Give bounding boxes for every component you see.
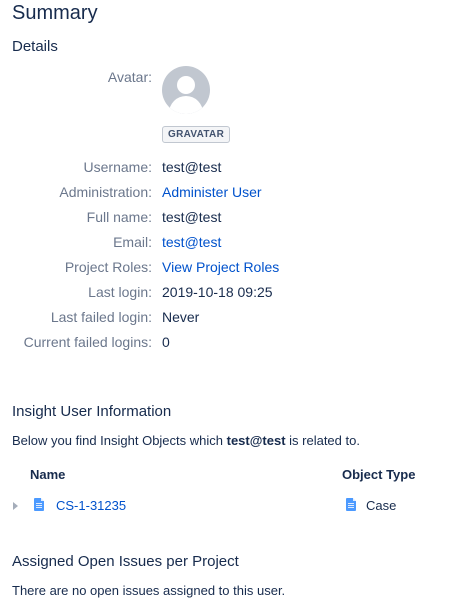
avatar-label: Avatar:	[107, 69, 152, 85]
insight-intro: Below you find Insight Objects which tes…	[12, 433, 360, 448]
avatar	[162, 66, 210, 114]
administration-label: Administration:	[59, 184, 152, 200]
column-header-name: Name	[30, 467, 66, 482]
open-issues-heading: Assigned Open Issues per Project	[12, 553, 239, 570]
view-project-roles-link[interactable]: View Project Roles	[162, 257, 279, 277]
current-failed-logins-value: 0	[162, 334, 170, 350]
username-value: test@test	[162, 159, 222, 175]
email-row: Email: test@test	[0, 232, 451, 252]
full-name-label: Full name:	[86, 209, 152, 225]
project-roles-row: Project Roles: View Project Roles	[0, 257, 451, 277]
email-link[interactable]: test@test	[162, 232, 221, 252]
full-name-row: Full name: test@test	[0, 207, 451, 227]
last-failed-login-value: Never	[162, 309, 200, 325]
last-failed-login-row: Last failed login: Never	[0, 307, 451, 327]
full-name-value: test@test	[162, 209, 222, 225]
object-type-value: Case	[366, 498, 397, 513]
last-login-row: Last login: 2019-10-18 09:25	[0, 282, 451, 302]
column-header-object-type: Object Type	[342, 467, 416, 482]
administration-row: Administration: Administer User	[0, 182, 451, 202]
username-row: Username: test@test	[0, 157, 451, 177]
last-login-value: 2019-10-18 09:25	[162, 284, 273, 300]
administer-user-link[interactable]: Administer User	[162, 182, 262, 202]
insight-intro-user: test@test	[226, 433, 286, 448]
details-heading: Details	[12, 38, 58, 55]
avatar-head-shape	[177, 76, 195, 94]
username-label: Username:	[83, 159, 152, 175]
expand-triangle-icon[interactable]	[13, 502, 18, 510]
project-roles-label: Project Roles:	[64, 259, 152, 275]
last-login-label: Last login:	[88, 284, 152, 300]
object-name-link[interactable]: CS-1-31235	[56, 498, 126, 513]
page-title: Summary	[12, 2, 98, 24]
insight-heading: Insight User Information	[12, 403, 172, 420]
document-icon	[34, 498, 44, 511]
current-failed-logins-label: Current failed logins:	[23, 334, 152, 350]
email-label: Email:	[113, 234, 152, 250]
insight-intro-prefix: Below you find Insight Objects which	[12, 433, 227, 448]
insight-intro-suffix: is related to.	[285, 433, 360, 448]
current-failed-logins-row: Current failed logins: 0	[0, 332, 451, 352]
avatar-body-shape	[169, 96, 203, 114]
document-icon	[346, 498, 356, 511]
last-failed-login-label: Last failed login:	[50, 309, 152, 325]
gravatar-badge: GRAVATAR	[162, 126, 231, 143]
no-issues-text: There are no open issues assigned to thi…	[12, 583, 286, 598]
